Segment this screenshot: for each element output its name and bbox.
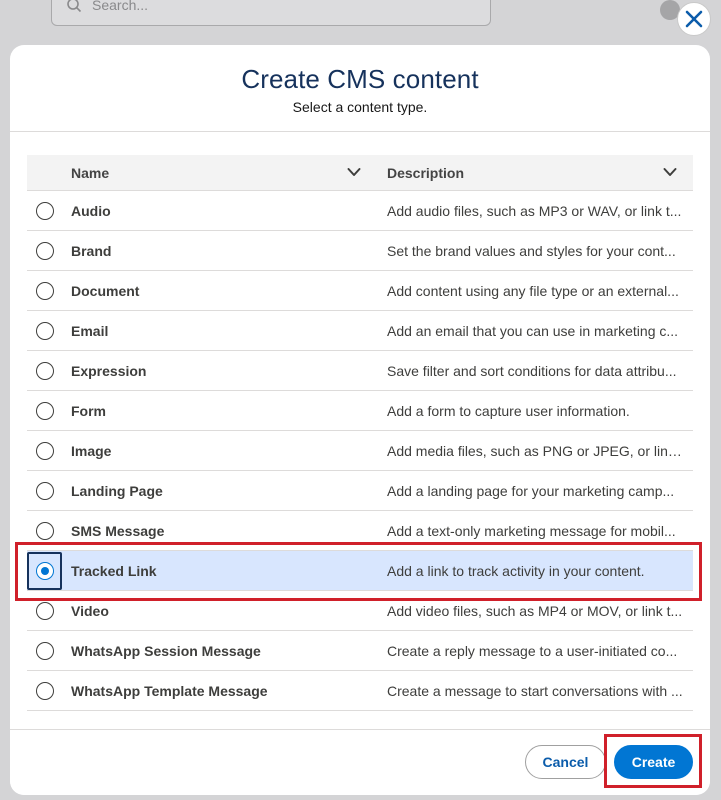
row-radio-button[interactable] bbox=[36, 202, 54, 220]
cell-name: Audio bbox=[71, 203, 111, 219]
table-row[interactable]: Document Add content using any file type … bbox=[27, 271, 693, 311]
table-row[interactable]: WhatsApp Template Message Create a messag… bbox=[27, 671, 693, 711]
row-radio-button[interactable] bbox=[36, 322, 54, 340]
table-row[interactable]: Image Add media files, such as PNG or JPE… bbox=[27, 431, 693, 471]
row-radio-button[interactable] bbox=[36, 362, 54, 380]
cell-name: Brand bbox=[71, 243, 112, 259]
cell-name: Video bbox=[71, 603, 109, 619]
table-row[interactable]: Form Add a form to capture user informati… bbox=[27, 391, 693, 431]
cell-description: Add a link to track activity in your con… bbox=[387, 563, 645, 579]
table-row[interactable]: SMS Message Add a text-only marketing mes… bbox=[27, 511, 693, 551]
row-radio-button[interactable] bbox=[36, 642, 54, 660]
cell-name: WhatsApp Template Message bbox=[71, 683, 268, 699]
table-body: Audio Add audio files, such as MP3 or WAV… bbox=[27, 191, 693, 711]
cell-name: Landing Page bbox=[71, 483, 163, 499]
row-radio-button[interactable] bbox=[36, 242, 54, 260]
cell-name: WhatsApp Session Message bbox=[71, 643, 261, 659]
column-header-name[interactable]: Name bbox=[71, 155, 371, 191]
table-row[interactable]: Email Add an email that you can use in ma… bbox=[27, 311, 693, 351]
content-type-table: Name Description Audio Add audio files, s… bbox=[27, 155, 693, 711]
row-radio-button[interactable] bbox=[36, 602, 54, 620]
chevron-down-icon[interactable] bbox=[347, 167, 361, 177]
background-search-placeholder: Search... bbox=[92, 0, 149, 13]
row-radio-button[interactable] bbox=[36, 442, 54, 460]
cell-name: SMS Message bbox=[71, 523, 165, 539]
cell-name: Expression bbox=[71, 363, 147, 379]
cell-description: Add video files, such as MP4 or MOV, or … bbox=[387, 603, 683, 619]
cell-description: Set the brand values and styles for your… bbox=[387, 243, 676, 259]
cell-description: Save filter and sort conditions for data… bbox=[387, 363, 677, 379]
create-button[interactable]: Create bbox=[614, 745, 693, 779]
table-row[interactable]: Tracked Link Add a link to track activity… bbox=[27, 551, 693, 591]
search-icon bbox=[67, 0, 82, 13]
modal-title: Create CMS content bbox=[241, 64, 479, 94]
table-row[interactable]: Landing Page Add a landing page for your … bbox=[27, 471, 693, 511]
table-row[interactable]: Audio Add audio files, such as MP3 or WAV… bbox=[27, 191, 693, 231]
cell-description: Create a reply message to a user-initiat… bbox=[387, 643, 678, 659]
table-row[interactable]: Brand Set the brand values and styles for… bbox=[27, 231, 693, 271]
cell-description: Add content using any file type or an ex… bbox=[387, 283, 679, 299]
column-header-description-label: Description bbox=[387, 165, 465, 181]
close-button[interactable] bbox=[677, 2, 711, 36]
table-row[interactable]: WhatsApp Session Message Create a reply m… bbox=[27, 631, 693, 671]
cell-name: Form bbox=[71, 403, 106, 419]
cell-description: Add audio files, such as MP3 or WAV, or … bbox=[387, 203, 682, 219]
cell-description: Add media files, such as PNG or JPEG, or… bbox=[387, 443, 687, 459]
background-search-input: Search... bbox=[51, 0, 491, 26]
cell-description: Add a text-only marketing message for mo… bbox=[387, 523, 676, 539]
cell-name: Document bbox=[71, 283, 140, 299]
cell-description: Add a landing page for your marketing ca… bbox=[387, 483, 675, 499]
cell-name: Image bbox=[71, 443, 112, 459]
row-radio-button[interactable] bbox=[36, 482, 54, 500]
cell-description: Add a form to capture user information. bbox=[387, 403, 630, 419]
column-header-name-label: Name bbox=[71, 165, 110, 181]
cell-description: Create a message to start conversations … bbox=[387, 683, 683, 699]
cell-name: Tracked Link bbox=[71, 563, 157, 579]
row-radio-button[interactable] bbox=[36, 282, 54, 300]
row-radio-button[interactable] bbox=[36, 682, 54, 700]
table-header: Name Description bbox=[27, 155, 693, 191]
modal-subtitle: Select a content type. bbox=[292, 99, 428, 115]
create-cms-content-modal: Create CMS content Select a content type… bbox=[10, 45, 710, 795]
column-header-description[interactable]: Description bbox=[387, 155, 693, 191]
cell-name: Email bbox=[71, 323, 109, 339]
table-row[interactable]: Expression Save filter and sort condition… bbox=[27, 351, 693, 391]
modal-header: Create CMS content Select a content type… bbox=[10, 45, 710, 132]
row-radio-button[interactable] bbox=[36, 522, 54, 540]
modal-footer: Cancel Create bbox=[10, 729, 710, 795]
row-radio-button[interactable] bbox=[36, 402, 54, 420]
close-icon bbox=[685, 10, 703, 28]
row-radio-button[interactable] bbox=[36, 562, 54, 580]
chevron-down-icon[interactable] bbox=[663, 167, 677, 177]
cell-description: Add an email that you can use in marketi… bbox=[387, 323, 679, 339]
cancel-button[interactable]: Cancel bbox=[525, 745, 606, 779]
table-row[interactable]: Video Add video files, such as MP4 or MOV… bbox=[27, 591, 693, 631]
